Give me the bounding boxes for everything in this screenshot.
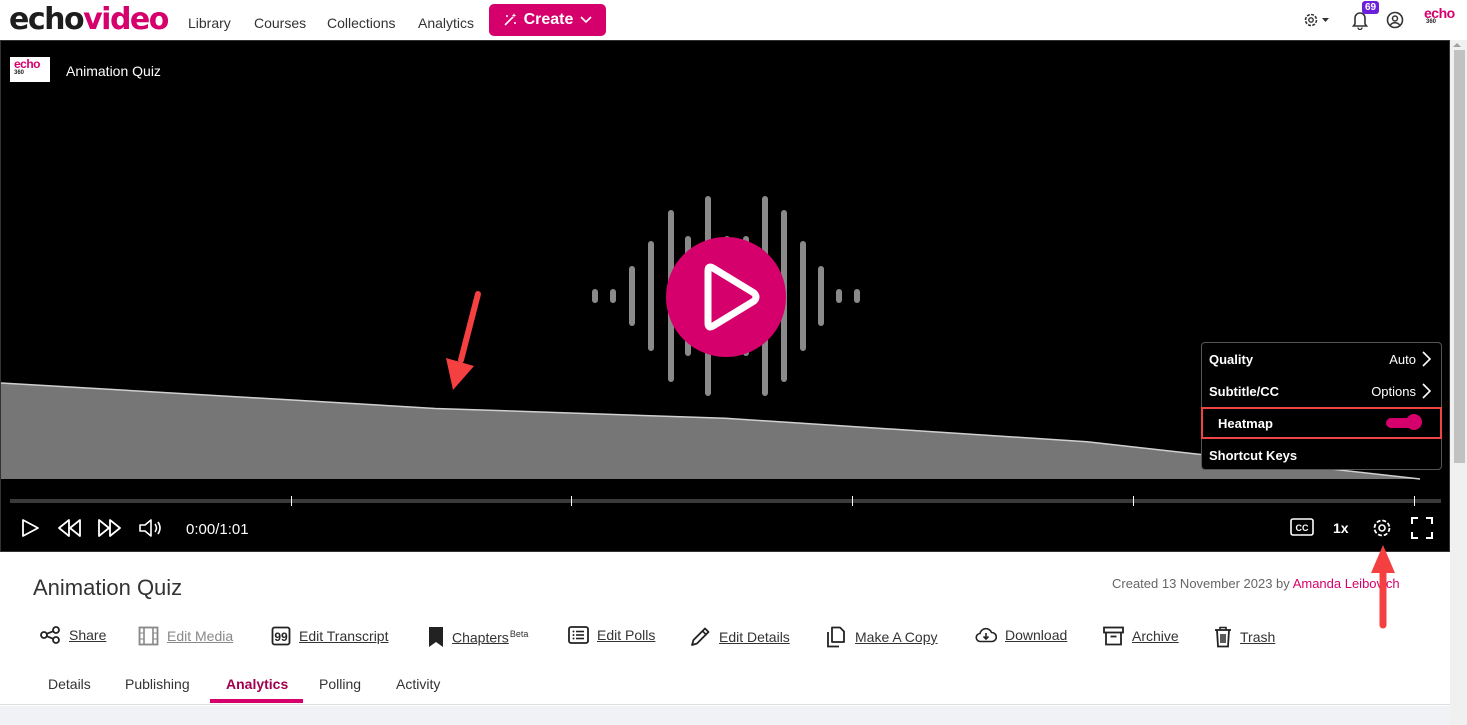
waveform-bar xyxy=(592,289,598,303)
waveform-bar xyxy=(854,289,860,303)
menu-item-shortcut-keys[interactable]: Shortcut Keys xyxy=(1202,439,1441,471)
edit-details-action[interactable]: Edit Details xyxy=(689,626,790,648)
scroll-up-arrow[interactable] xyxy=(1453,43,1461,47)
top-nav: echovideo Library Courses Collections An… xyxy=(0,0,1467,40)
heatmap-toggle[interactable] xyxy=(1386,414,1422,430)
list-icon xyxy=(568,626,589,644)
menu-item-quality[interactable]: Quality Auto xyxy=(1202,343,1441,375)
player-title: Animation Quiz xyxy=(66,63,161,79)
time-display: 0:00/1:01 xyxy=(186,521,249,538)
page: echovideo Library Courses Collections An… xyxy=(0,0,1467,725)
chevron-down-icon xyxy=(580,16,592,24)
chapter-tick xyxy=(571,496,572,506)
volume-button[interactable] xyxy=(138,518,164,543)
toggle-knob xyxy=(1406,414,1422,430)
volume-icon xyxy=(139,519,161,537)
echo360-brand-mark[interactable]: echo 360 xyxy=(1424,6,1455,25)
player-echo360-logo: echo 360 xyxy=(10,57,50,82)
archive-icon xyxy=(1103,626,1124,646)
rewind-button[interactable] xyxy=(57,518,83,543)
captions-button[interactable]: CC xyxy=(1290,518,1314,541)
waveform-bar xyxy=(836,289,842,303)
svg-text:CC: CC xyxy=(1296,523,1309,533)
waveform-bar xyxy=(800,241,806,351)
cc-icon: CC xyxy=(1290,518,1314,536)
chapter-tick xyxy=(852,496,853,506)
user-account-button[interactable] xyxy=(1386,11,1404,34)
quote-icon: 99 xyxy=(271,626,291,646)
big-play-button[interactable] xyxy=(666,237,786,357)
gear-icon xyxy=(1304,13,1329,27)
create-button[interactable]: Create xyxy=(489,4,606,36)
scrollbar-thumb[interactable] xyxy=(1454,50,1465,463)
tab-polling[interactable]: Polling xyxy=(319,676,361,692)
film-icon xyxy=(138,626,159,646)
nav-collections[interactable]: Collections xyxy=(327,15,395,31)
play-icon xyxy=(22,519,39,537)
media-title: Animation Quiz xyxy=(33,575,183,600)
bookmark-icon xyxy=(429,627,443,647)
play-button[interactable] xyxy=(20,518,40,543)
created-info: Created 13 November 2023 by Amanda Leibo… xyxy=(1112,576,1400,591)
beta-badge: Beta xyxy=(509,628,529,639)
tab-analytics[interactable]: Analytics xyxy=(226,676,288,692)
chevron-right-icon xyxy=(1422,351,1431,367)
player-settings-menu: Quality Auto Subtitle/CC Options Heatmap… xyxy=(1201,342,1442,470)
rewind-icon xyxy=(58,519,81,537)
make-copy-action[interactable]: Make A Copy xyxy=(825,626,938,648)
trash-icon xyxy=(1215,626,1231,648)
tab-publishing[interactable]: Publishing xyxy=(125,676,190,692)
fullscreen-button[interactable] xyxy=(1411,517,1433,544)
video-player[interactable]: echo 360 Animation Quiz Quality Auto Sub… xyxy=(0,40,1450,552)
progress-bar[interactable] xyxy=(10,499,1441,503)
edit-polls-action[interactable]: Edit Polls xyxy=(568,626,655,644)
share-action[interactable]: Share xyxy=(40,626,106,644)
nav-library[interactable]: Library xyxy=(188,15,231,31)
chapters-action[interactable]: ChaptersBeta xyxy=(428,626,528,648)
share-icon xyxy=(40,626,60,644)
edit-transcript-action[interactable]: 99 Edit Transcript xyxy=(271,626,388,646)
chevron-right-icon xyxy=(1422,383,1431,399)
play-icon xyxy=(704,263,760,331)
author-link[interactable]: Amanda Leibovich xyxy=(1293,576,1400,591)
waveform-bar xyxy=(610,289,616,303)
menu-item-subtitles[interactable]: Subtitle/CC Options xyxy=(1202,375,1441,407)
active-tab-indicator xyxy=(210,699,303,703)
pencil-icon xyxy=(691,627,710,646)
menu-item-heatmap[interactable]: Heatmap xyxy=(1201,407,1442,439)
nav-analytics[interactable]: Analytics xyxy=(418,15,474,31)
tab-details[interactable]: Details xyxy=(48,676,91,692)
notification-badge: 69 xyxy=(1362,1,1380,14)
waveform-bar xyxy=(648,241,654,351)
trash-action[interactable]: Trash xyxy=(1214,626,1275,648)
playback-speed-button[interactable]: 1x xyxy=(1333,520,1349,536)
create-label: Create xyxy=(523,11,574,28)
fullscreen-icon xyxy=(1411,517,1433,539)
download-action[interactable]: Download xyxy=(975,626,1067,644)
edit-media-action[interactable]: Edit Media xyxy=(138,626,233,646)
settings-menu-button[interactable] xyxy=(1302,11,1332,34)
magic-wand-icon xyxy=(504,13,516,26)
waveform-bar xyxy=(629,266,635,326)
chapter-tick xyxy=(1414,496,1415,506)
player-settings-button[interactable] xyxy=(1371,517,1393,544)
copy-icon xyxy=(827,626,845,648)
waveform-bar xyxy=(818,266,824,326)
chapter-tick xyxy=(1133,496,1134,506)
fast-forward-button[interactable] xyxy=(97,518,123,543)
tab-activity[interactable]: Activity xyxy=(396,676,440,692)
cloud-download-icon xyxy=(975,627,997,643)
fast-forward-icon xyxy=(98,519,121,537)
nav-courses[interactable]: Courses xyxy=(254,15,306,31)
chapter-tick xyxy=(291,496,292,506)
svg-text:99: 99 xyxy=(274,630,288,644)
user-circle-icon xyxy=(1386,11,1404,29)
archive-action[interactable]: Archive xyxy=(1103,626,1179,646)
content-area-background xyxy=(0,706,1450,725)
gear-icon xyxy=(1373,519,1391,537)
echovideo-logo[interactable]: echovideo xyxy=(9,3,169,37)
